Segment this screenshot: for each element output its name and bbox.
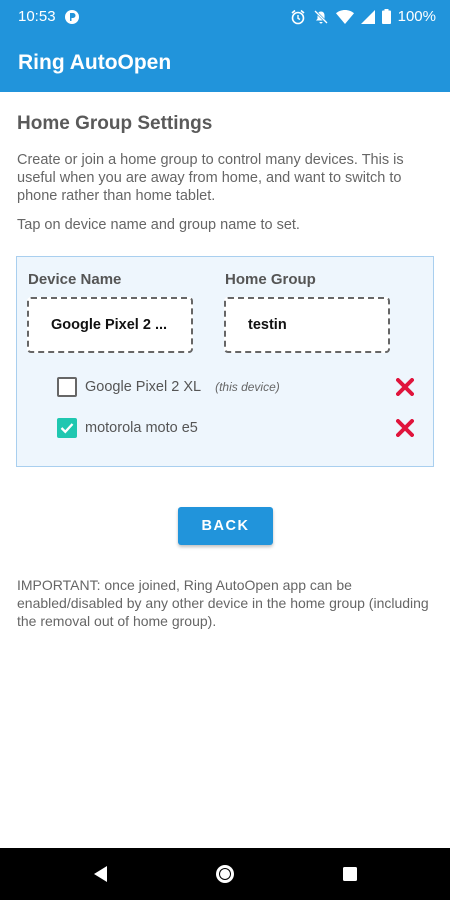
status-bar: 10:53 100% [0, 0, 450, 33]
device-name-value: Google Pixel 2 ... [51, 317, 168, 333]
important-note: IMPORTANT: once joined, Ring AutoOpen ap… [17, 577, 429, 629]
member-name: motorola moto e5 [85, 420, 198, 436]
signal-icon [360, 9, 375, 24]
nav-home-icon[interactable] [212, 861, 238, 887]
device-name-label: Device Name [28, 271, 122, 288]
member-checkbox-unchecked[interactable] [57, 377, 77, 397]
home-group-label: Home Group [225, 271, 316, 288]
member-checkbox-checked[interactable] [57, 418, 77, 438]
main-content: Home Group Settings Create or join a hom… [0, 92, 450, 467]
app-notification-icon [64, 9, 80, 25]
member-name: Google Pixel 2 XL [85, 379, 202, 395]
home-group-field[interactable]: testin [224, 297, 390, 353]
this-device-note: (this device) [215, 380, 280, 394]
device-name-field[interactable]: Google Pixel 2 ... [27, 297, 193, 353]
wifi-icon [335, 9, 354, 24]
home-group-value: testin [248, 317, 287, 333]
battery-icon [381, 9, 391, 24]
battery-percent: 100% [397, 8, 436, 25]
app-bar: Ring AutoOpen [0, 33, 450, 92]
alarm-icon [290, 9, 306, 25]
hint-text: Tap on device name and group name to set… [17, 217, 300, 233]
back-button[interactable]: BACK [178, 507, 273, 545]
description-text: Create or join a home group to control m… [17, 152, 404, 204]
remove-member-icon[interactable] [393, 375, 417, 399]
remove-member-icon[interactable] [393, 416, 417, 440]
nav-back-icon[interactable] [87, 861, 113, 887]
navigation-bar [0, 848, 450, 900]
app-title: Ring AutoOpen [18, 50, 172, 74]
nav-recents-icon[interactable] [337, 861, 363, 887]
status-time: 10:53 [18, 8, 56, 25]
mute-icon [313, 9, 329, 25]
group-member-row: motorola moto e5 [57, 416, 417, 440]
group-member-row: Google Pixel 2 XL (this device) [57, 375, 417, 399]
home-group-panel: Device Name Home Group Google Pixel 2 ..… [16, 256, 434, 467]
page-title: Home Group Settings [17, 113, 213, 134]
